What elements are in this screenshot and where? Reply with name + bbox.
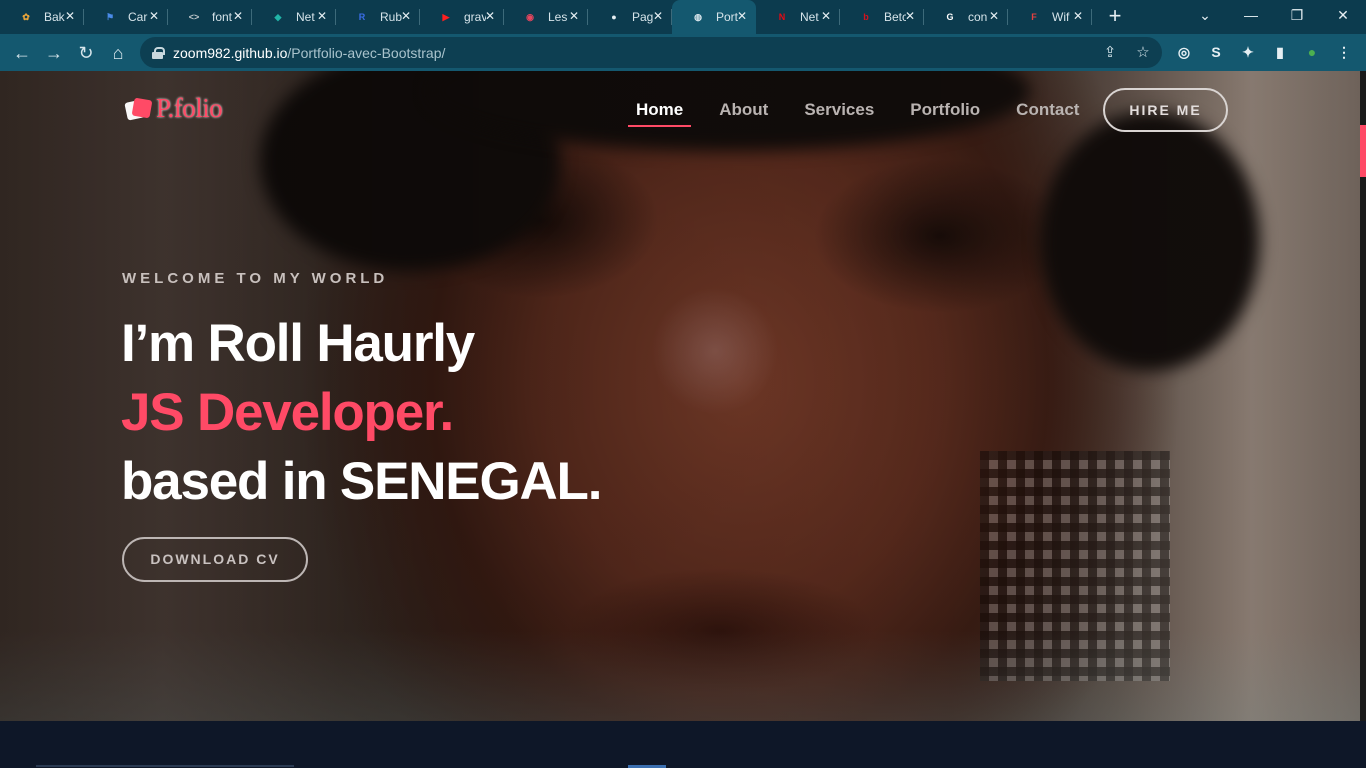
brand-icon: ✿ [22,11,30,22]
browser-tab[interactable]: <> font ✕ [168,0,252,34]
wf-icon: F [1031,12,1037,22]
headline-role: JS Developer. [121,383,454,442]
back-button[interactable]: ← [6,37,38,69]
extension-icon[interactable]: ◎ [1174,42,1194,62]
tab-close-icon[interactable]: ✕ [567,9,581,23]
download-cv-button[interactable]: DOWNLOAD CV [122,537,308,582]
browser-tab[interactable]: N Net ✕ [756,0,840,34]
scrollbar-thumb[interactable] [1360,125,1366,177]
nav-link-about[interactable]: About [701,95,786,125]
diamond-icon: ◆ [274,11,282,22]
tab-close-icon[interactable]: ✕ [315,9,329,23]
nav-link-services[interactable]: Services [786,95,892,125]
headline-location: based in SENEGAL. [121,452,602,511]
forward-button[interactable]: → [38,37,70,69]
browser-tab[interactable]: ▶ grav ✕ [420,0,504,34]
browser-tab[interactable]: ◆ Net ✕ [252,0,336,34]
betclic-icon: b [863,12,869,22]
nav-link-portfolio[interactable]: Portfolio [892,95,998,125]
browser-menu-icon[interactable]: ⋮ [1334,42,1354,62]
tab-close-icon[interactable]: ✕ [63,9,77,23]
github-icon: ● [611,12,617,22]
site-logo[interactable]: P.folio [126,93,223,124]
headline-name: I’m Roll Haurly [121,314,475,373]
url-path: /Portfolio-avec-Bootstrap/ [287,44,446,61]
browser-tab[interactable]: R Rub ✕ [336,0,420,34]
close-window-button[interactable]: ✕ [1320,0,1366,34]
browser-tab[interactable]: ✿ Bak ✕ [0,0,84,34]
site-nav: Home About Services Portfolio Contact [618,95,1097,127]
browser-tab[interactable]: Gcon ✕ [924,0,1008,34]
tab-close-icon[interactable]: ✕ [483,9,497,23]
section-divider [36,765,294,767]
tab-close-icon[interactable]: ✕ [735,9,749,23]
tab-close-icon[interactable]: ✕ [399,9,413,23]
next-section [0,721,1366,768]
netflix-icon: N [778,12,786,22]
tab-close-icon[interactable]: ✕ [231,9,245,23]
logo-mark-icon [126,97,152,121]
code-icon: <> [188,12,200,22]
address-bar[interactable]: zoom982.github.io/Portfolio-avec-Bootstr… [140,37,1162,68]
tab-search-chevron-icon[interactable]: ⌄ [1182,0,1228,34]
tab-close-icon[interactable]: ✕ [1071,9,1085,23]
browser-tab[interactable]: ⚑ Car ✕ [84,0,168,34]
flag-icon: ⚑ [105,11,115,22]
hire-me-button[interactable]: HIRE ME [1103,88,1228,132]
tab-list: ✿ Bak ✕ ⚑ Car ✕ <> font ✕ ◆ Net ✕ R Rub ✕ ▶ grav ✕ ◉ Les ✕ ● P… [0,0,1092,34]
tab-close-icon[interactable]: ✕ [903,9,917,23]
browser-toolbar: ← → ↻ ⌂ zoom982.github.io/Portfolio-avec… [0,34,1366,71]
share-icon[interactable]: ⇪ [1100,43,1120,63]
restore-button[interactable]: ❐ [1274,0,1320,34]
google-icon: G [946,12,954,22]
tab-close-icon[interactable]: ✕ [987,9,1001,23]
puzzle-icon[interactable]: ✦ [1238,42,1258,62]
new-tab-button[interactable]: + [1098,0,1132,34]
browser-tab[interactable]: ◍ Port ✕ [672,0,756,34]
minimize-button[interactable]: — [1228,0,1274,34]
browser-tab[interactable]: ● Pag ✕ [588,0,672,34]
welcome-tagline: WELCOME TO MY WORLD [122,270,389,287]
nav-link-contact[interactable]: Contact [998,95,1097,125]
url-host: zoom982.github.io [173,44,288,61]
reload-button[interactable]: ↻ [70,37,102,69]
lock-icon[interactable] [152,46,165,59]
recording-icon: ◉ [526,11,534,22]
browser-tab[interactable]: F Wif ✕ [1008,0,1092,34]
tab-strip: ✿ Bak ✕ ⚑ Car ✕ <> font ✕ ◆ Net ✕ R Rub ✕ ▶ grav ✕ ◉ Les ✕ ● P… [0,0,1366,34]
tab-close-icon[interactable]: ✕ [651,9,665,23]
tab-close-icon[interactable]: ✕ [147,9,161,23]
browser-tab[interactable]: b Betc ✕ [840,0,924,34]
browser-tab[interactable]: ◉ Les ✕ [504,0,588,34]
s-extension-icon[interactable]: S [1206,42,1226,62]
page-scrollbar[interactable] [1360,71,1366,721]
logo-text: P.folio [156,93,223,123]
profile-avatar[interactable]: ● [1302,42,1322,62]
rubric-icon: R [358,12,366,22]
tab-close-icon[interactable]: ✕ [819,9,833,23]
bookmark-star-icon[interactable]: ☆ [1133,43,1153,63]
nav-link-home[interactable]: Home [618,95,701,127]
youtube-icon: ▶ [442,11,450,22]
side-panel-icon[interactable]: ▮ [1270,42,1290,62]
home-button[interactable]: ⌂ [102,37,134,69]
web-page: P.folio Home About Services Portfolio Contac… [0,71,1366,768]
globe-icon: ◍ [694,11,702,22]
